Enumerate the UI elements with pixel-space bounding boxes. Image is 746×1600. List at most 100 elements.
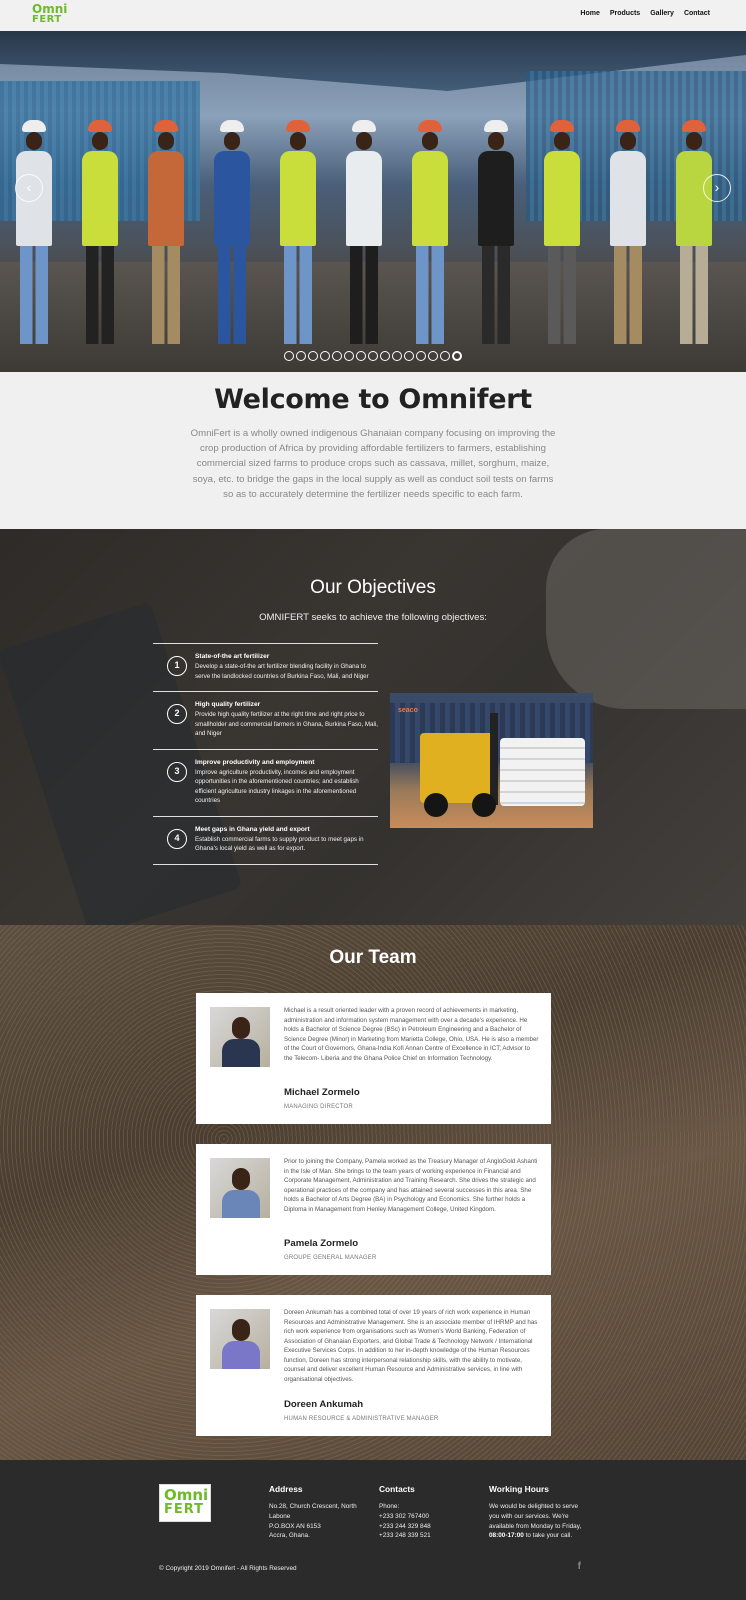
team-member-name: Pamela Zormelo bbox=[284, 1238, 359, 1249]
worker-figure bbox=[478, 120, 514, 344]
slider-prev-icon[interactable]: ‹ bbox=[15, 174, 43, 202]
team-member-photo bbox=[210, 1007, 270, 1067]
footer-address: Address No.28, Church Crescent, North La… bbox=[269, 1484, 369, 1541]
slider-dot[interactable] bbox=[344, 351, 354, 361]
team-member-card: Prior to joining the Company, Pamela wor… bbox=[196, 1144, 551, 1275]
slider-dot[interactable] bbox=[320, 351, 330, 361]
nav-home[interactable]: Home bbox=[580, 10, 599, 17]
objective-text-block: High quality fertilizer Provide high qual… bbox=[195, 701, 378, 739]
nav-contact[interactable]: Contact bbox=[684, 10, 710, 17]
phone-number[interactable]: +233 302 767400 bbox=[379, 1512, 479, 1522]
phone-number[interactable]: +233 244 329 848 bbox=[379, 1522, 479, 1532]
hero-slider: ‹ › bbox=[0, 31, 746, 372]
worker-figure bbox=[214, 120, 250, 344]
objective-description: Provide high quality fertilizer at the r… bbox=[195, 711, 378, 737]
objective-number-badge: 1 bbox=[167, 656, 187, 676]
objective-description: Develop a state-of-the art fertilizer bl… bbox=[195, 663, 369, 680]
objective-text-block: Improve productivity and employment Impro… bbox=[195, 759, 378, 806]
objective-description: Establish commercial farms to supply pro… bbox=[195, 835, 364, 853]
hours-title: Working Hours bbox=[489, 1484, 549, 1494]
team-member-bio: Doreen Ankumah has a combined total of o… bbox=[284, 1309, 538, 1383]
forklift-wheel bbox=[472, 793, 496, 817]
slider-dot[interactable] bbox=[332, 351, 342, 361]
slider-dot[interactable] bbox=[284, 351, 294, 361]
team-member-role: MANAGING DIRECTOR bbox=[284, 1104, 353, 1110]
team-section: Our Team Michael is a result oriented le… bbox=[0, 925, 746, 1460]
team-member-photo bbox=[210, 1309, 270, 1369]
welcome-title: Welcome to Omnifert bbox=[214, 384, 532, 415]
container-label: seaco bbox=[398, 707, 418, 714]
nav-products[interactable]: Products bbox=[610, 10, 640, 17]
copyright: © Copyright 2019 Omnifert - All Rights R… bbox=[159, 1565, 297, 1572]
objective-title: State-of-the art fertilizer bbox=[195, 653, 270, 660]
team-member-card: Michael is a result oriented leader with… bbox=[196, 993, 551, 1124]
slider-dot[interactable] bbox=[380, 351, 390, 361]
team-member-name: Michael Zormelo bbox=[284, 1087, 360, 1098]
facebook-icon[interactable]: f bbox=[578, 1561, 581, 1572]
forklift-wheel bbox=[424, 793, 448, 817]
objective-title: High quality fertilizer bbox=[195, 701, 261, 708]
omnifert-logo[interactable]: Omni FERT bbox=[32, 3, 67, 26]
forklift-photo: seaco bbox=[390, 693, 593, 828]
welcome-section: Welcome to Omnifert OmniFert is a wholly… bbox=[0, 372, 746, 529]
footer: Omni FERT Address No.28, Church Crescent… bbox=[0, 1460, 746, 1600]
objective-item: 4 Meet gaps in Ghana yield and export Esta… bbox=[153, 815, 378, 865]
team-member-role: HUMAN RESOURCE & ADMINISTRATIVE MANAGER bbox=[284, 1416, 439, 1422]
worker-figure bbox=[412, 120, 448, 344]
slider-dot[interactable] bbox=[308, 351, 318, 361]
objectives-subtitle: OMNIFERT seeks to achieve the following … bbox=[259, 612, 487, 623]
nav-gallery[interactable]: Gallery bbox=[650, 10, 674, 17]
worker-figure bbox=[148, 120, 184, 344]
slider-next-icon[interactable]: › bbox=[703, 174, 731, 202]
objectives-title: Our Objectives bbox=[310, 577, 436, 598]
slider-dot[interactable] bbox=[404, 351, 414, 361]
slider-dot[interactable] bbox=[452, 351, 462, 361]
worker-figure bbox=[346, 120, 382, 344]
welcome-text: OmniFert is a wholly owned indigenous Gh… bbox=[190, 428, 556, 500]
objective-item: 2 High quality fertilizer Provide high qua… bbox=[153, 691, 378, 749]
worker-figure bbox=[16, 120, 52, 344]
slider-dot[interactable] bbox=[356, 351, 366, 361]
footer-logo-bottom: FERT bbox=[164, 1502, 205, 1517]
hours-text: We would be delighted to serve you with … bbox=[489, 1502, 589, 1541]
objective-title: Meet gaps in Ghana yield and export bbox=[195, 825, 310, 833]
objective-text-block: State-of-the art fertilizer Develop a sta… bbox=[195, 653, 378, 681]
phone-number[interactable]: +233 248 339 521 bbox=[379, 1531, 479, 1541]
worker-figure bbox=[280, 120, 316, 344]
slider-dot[interactable] bbox=[428, 351, 438, 361]
slider-dots bbox=[284, 351, 462, 361]
footer-logo[interactable]: Omni FERT bbox=[159, 1484, 211, 1522]
forklift-mast bbox=[490, 713, 498, 805]
objectives-list: 1 State-of-the art fertilizer Develop a st… bbox=[153, 643, 378, 865]
top-nav: Omni FERT Home Products Gallery Contact bbox=[0, 0, 746, 31]
footer-contacts: Contacts Phone: +233 302 767400 +233 244… bbox=[379, 1484, 479, 1541]
hours-intro: We would be delighted to serve you with … bbox=[489, 1503, 582, 1530]
objective-number-badge: 2 bbox=[167, 704, 187, 724]
team-member-photo bbox=[210, 1158, 270, 1218]
team-title: Our Team bbox=[329, 947, 417, 968]
fertilizer-bags bbox=[500, 738, 585, 806]
hours-tail: to take your call. bbox=[523, 1532, 573, 1540]
team-member-card: Doreen Ankumah has a combined total of o… bbox=[196, 1295, 551, 1436]
worker-figure bbox=[544, 120, 580, 344]
objective-number-badge: 3 bbox=[167, 761, 187, 782]
slider-dot[interactable] bbox=[368, 351, 378, 361]
slider-dot[interactable] bbox=[296, 351, 306, 361]
hours-time: 08:00-17:00 bbox=[489, 1532, 524, 1540]
slider-dot[interactable] bbox=[392, 351, 402, 361]
footer-logo-top: Omni bbox=[164, 1486, 209, 1504]
worker-figure bbox=[676, 120, 712, 344]
slider-dot[interactable] bbox=[440, 351, 450, 361]
worker-figure bbox=[82, 120, 118, 344]
slider-dot[interactable] bbox=[416, 351, 426, 361]
objective-text-block: Meet gaps in Ghana yield and export Estab… bbox=[195, 826, 378, 854]
address-line: No.28, Church Crescent, North Labone bbox=[269, 1503, 357, 1520]
footer-hours: Working Hours We would be delighted to s… bbox=[489, 1484, 589, 1541]
team-member-bio: Michael is a result oriented leader with… bbox=[284, 1007, 539, 1062]
worker-figure bbox=[610, 120, 646, 344]
team-member-name: Doreen Ankumah bbox=[284, 1399, 364, 1410]
objective-title: Improve productivity and employment bbox=[195, 758, 315, 766]
objective-item: 1 State-of-the art fertilizer Develop a st… bbox=[153, 643, 378, 691]
address-line: P.O.BOX AN 6153 bbox=[269, 1522, 321, 1530]
objective-number-badge: 4 bbox=[167, 828, 187, 849]
